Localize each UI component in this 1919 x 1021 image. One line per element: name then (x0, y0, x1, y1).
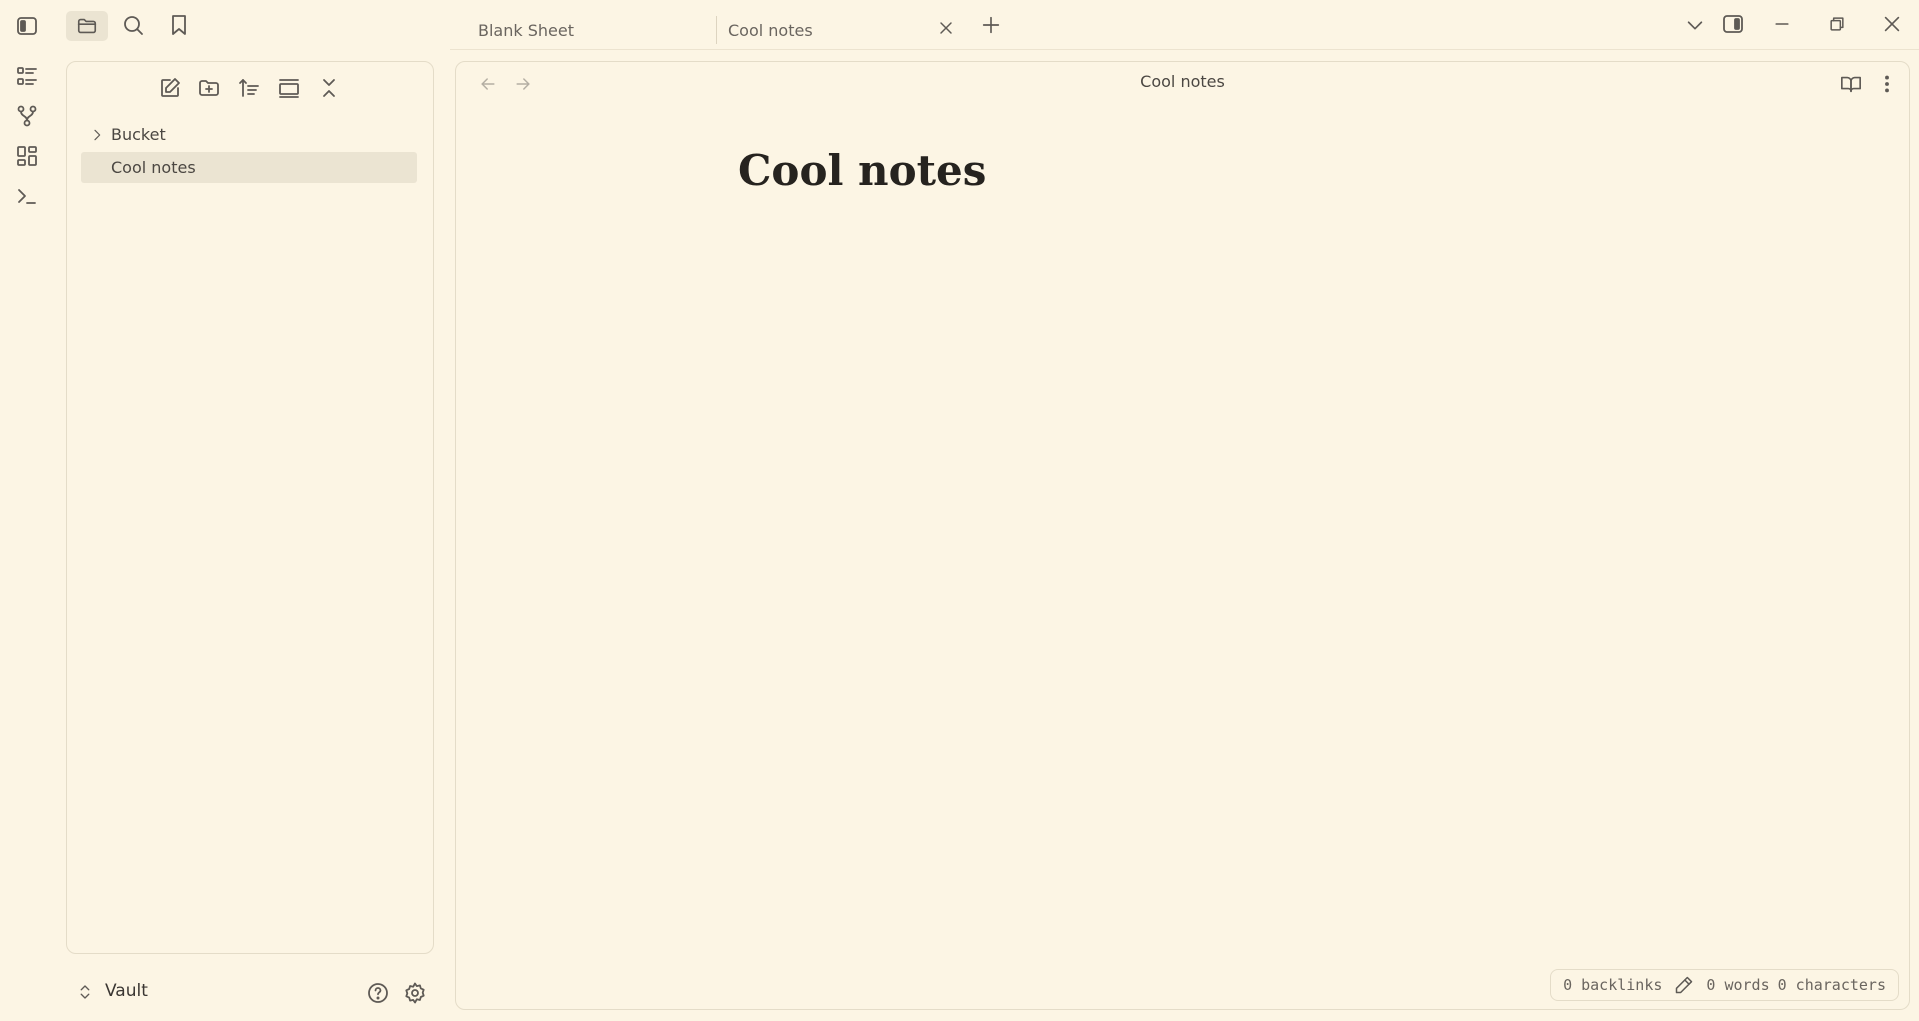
status-bar: 0 backlinks 0 words 0 characters (1550, 969, 1899, 1001)
tab-cool-notes[interactable]: Cool notes (728, 10, 958, 50)
terminal-icon[interactable] (15, 184, 39, 208)
auto-reveal-icon[interactable] (277, 76, 301, 100)
tab-blank-sheet[interactable]: Blank Sheet (478, 10, 708, 50)
word-count: 0 words (1706, 976, 1770, 994)
sort-icon[interactable] (237, 76, 261, 100)
left-ribbon (0, 0, 54, 1021)
graph-view-icon[interactable] (15, 104, 39, 128)
restore-icon[interactable] (1827, 14, 1847, 34)
close-tab-icon[interactable] (936, 18, 956, 38)
vault-name[interactable]: Vault (105, 981, 148, 1001)
outline-icon[interactable] (15, 64, 39, 88)
right-sidebar-toggle-icon[interactable] (1721, 12, 1745, 36)
tab-divider (716, 16, 717, 44)
backlinks-count[interactable]: 0 backlinks (1563, 976, 1662, 994)
folder-bucket[interactable]: Bucket (81, 119, 417, 150)
editor-pane: Cool notes Cool notes 0 backlinks 0 word… (455, 61, 1910, 1010)
canvas-icon[interactable] (15, 144, 39, 168)
settings-gear-icon[interactable] (403, 981, 427, 1005)
file-label: Cool notes (111, 158, 196, 177)
obsidian-app: Blank Sheet Cool notes Bucket Cool notes… (0, 0, 1919, 1021)
files-icon[interactable] (66, 11, 108, 41)
vault-switcher-icon[interactable] (76, 982, 94, 1002)
tab-bar-divider (450, 49, 1919, 50)
close-window-icon[interactable] (1881, 13, 1903, 35)
bookmark-icon[interactable] (167, 13, 191, 37)
tab-label: Cool notes (728, 20, 813, 40)
collapse-all-icon[interactable] (317, 76, 341, 100)
new-folder-icon[interactable] (197, 76, 221, 100)
folder-label: Bucket (111, 125, 166, 144)
editing-mode-icon[interactable] (1674, 975, 1694, 995)
file-cool-notes[interactable]: Cool notes (81, 152, 417, 183)
new-tab-icon[interactable] (980, 14, 1002, 36)
view-header-title[interactable]: Cool notes (456, 72, 1909, 91)
note-heading[interactable]: Cool notes (738, 146, 986, 195)
new-note-icon[interactable] (158, 76, 182, 100)
sidebar-toggle-icon[interactable] (15, 14, 39, 38)
tab-list-chevron-icon[interactable] (1684, 14, 1706, 36)
more-options-icon[interactable] (1876, 73, 1898, 95)
file-explorer: Bucket Cool notes (66, 61, 434, 954)
tab-label: Blank Sheet (478, 20, 574, 40)
minimize-icon[interactable] (1772, 14, 1792, 34)
help-icon[interactable] (366, 981, 390, 1005)
chevron-right-icon (89, 127, 105, 143)
character-count: 0 characters (1777, 976, 1886, 994)
reading-view-icon[interactable] (1840, 73, 1862, 95)
search-icon[interactable] (121, 13, 145, 37)
